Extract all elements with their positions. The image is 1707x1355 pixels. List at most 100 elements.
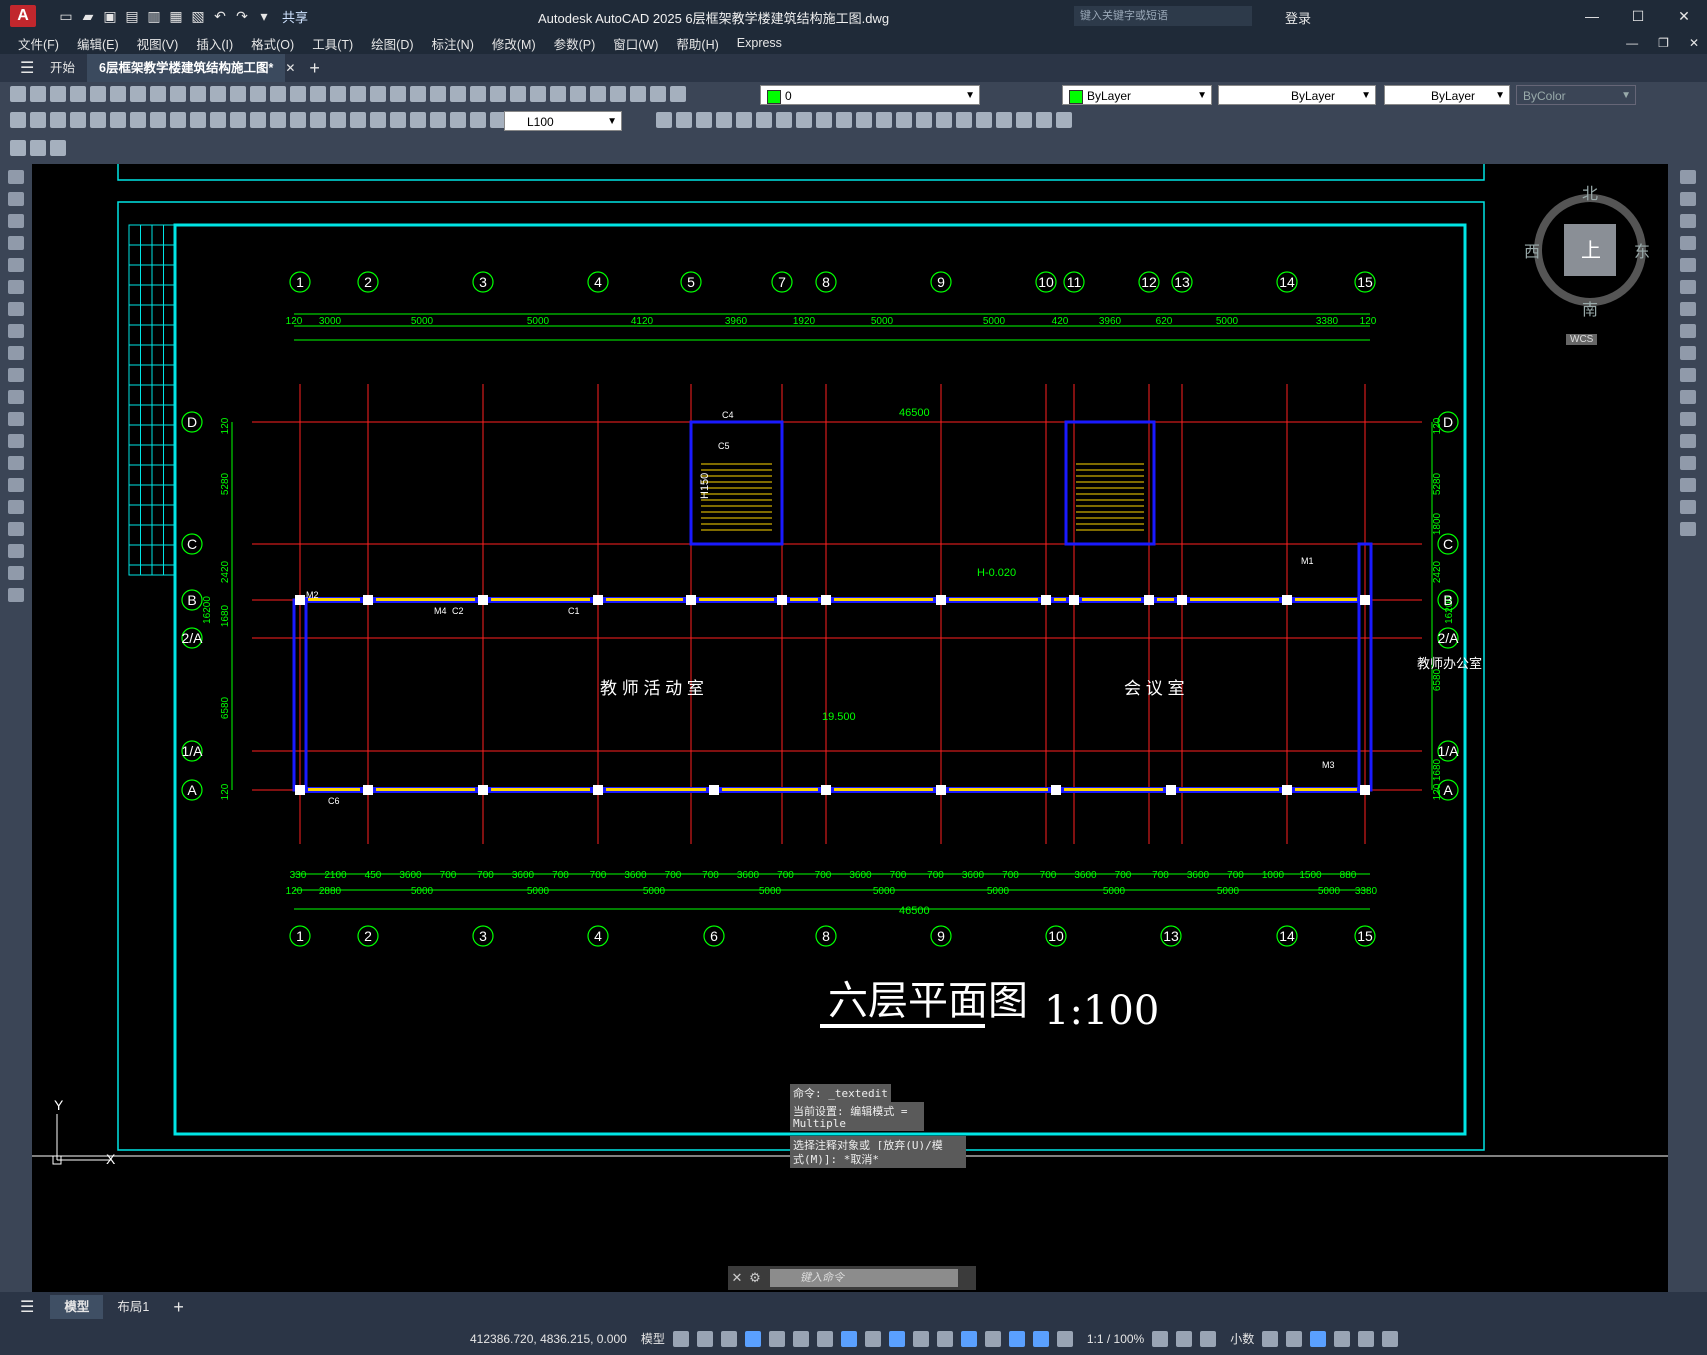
viewcube-west[interactable]: 西 bbox=[1524, 238, 1540, 262]
lineweight-icon[interactable] bbox=[864, 1330, 881, 1347]
dimension-toolbar: L100 ▼ bbox=[0, 108, 1707, 134]
file-tabs-menu-icon[interactable]: ☰ bbox=[20, 58, 38, 78]
app-menu-button[interactable]: A bbox=[10, 5, 36, 27]
polar-icon[interactable] bbox=[768, 1330, 785, 1347]
isodraft-icon[interactable] bbox=[792, 1330, 809, 1347]
command-line-close-icon[interactable]: ✕ bbox=[728, 1270, 746, 1286]
viewcube-north[interactable]: 北 bbox=[1582, 180, 1598, 204]
clean-screen-icon[interactable] bbox=[1358, 1330, 1375, 1347]
customize-qat-icon[interactable]: ▾ bbox=[256, 8, 272, 24]
login-button[interactable]: 登录 bbox=[1285, 8, 1311, 27]
color-dropdown[interactable]: ByLayer ▼ bbox=[1062, 85, 1212, 105]
quick-properties-icon[interactable] bbox=[1262, 1330, 1279, 1347]
viewcube[interactable]: 北 南 东 西 上 WCS bbox=[1524, 186, 1650, 345]
open-web-icon[interactable]: ▥ bbox=[146, 8, 162, 24]
grid-icon[interactable] bbox=[672, 1330, 689, 1347]
tab-layout1[interactable]: 布局1 bbox=[103, 1295, 163, 1319]
axis-bubble-bottom-label: 8 bbox=[822, 928, 830, 944]
wcs-menu[interactable]: WCS bbox=[1566, 334, 1598, 345]
tab-document[interactable]: 6层框架教学楼建筑结构施工图* bbox=[87, 54, 286, 82]
extra-toolbar-icons[interactable] bbox=[10, 140, 66, 156]
customize-icon[interactable] bbox=[1382, 1330, 1399, 1347]
isolate-objects-icon[interactable] bbox=[1310, 1330, 1327, 1347]
tab-start[interactable]: 开始 bbox=[38, 54, 87, 82]
doc-close-icon[interactable]: ✕ bbox=[1689, 32, 1699, 54]
menu-window[interactable]: 窗口(W) bbox=[613, 34, 658, 53]
modify-toolbar[interactable] bbox=[1668, 164, 1707, 1292]
axis-bubble-top-label: 15 bbox=[1357, 274, 1373, 290]
units-icon[interactable] bbox=[1200, 1330, 1217, 1347]
dimension-toolbar-icons[interactable] bbox=[10, 112, 526, 128]
undo-icon[interactable]: ↶ bbox=[212, 8, 228, 24]
workspace-gear-icon[interactable] bbox=[1152, 1330, 1169, 1347]
linetype-dropdown[interactable]: ByLayer ▼ bbox=[1218, 85, 1376, 105]
add-layout-icon[interactable]: + bbox=[173, 1297, 184, 1318]
drawing-canvas[interactable]: 120 3000 5000 5000 4120 3960 1920 5000 5000 420 39… bbox=[32, 164, 1668, 1292]
redo-icon[interactable]: ↷ bbox=[234, 8, 250, 24]
dimension-text-bottom: 5000 bbox=[987, 886, 1010, 897]
doc-minimize-icon[interactable]: — bbox=[1626, 32, 1638, 54]
plotstyle-dropdown[interactable]: ByColor ▼ bbox=[1516, 85, 1636, 105]
selection-filter-icon[interactable] bbox=[984, 1330, 1001, 1347]
modify-toolbar-icons[interactable] bbox=[656, 112, 1072, 128]
command-input[interactable]: 键入命令 bbox=[770, 1269, 958, 1287]
save-icon[interactable]: ▣ bbox=[102, 8, 118, 24]
layout-menu-icon[interactable]: ☰ bbox=[20, 1297, 34, 1317]
new-tab-icon[interactable]: + bbox=[309, 58, 320, 79]
snap-icon[interactable] bbox=[696, 1330, 713, 1347]
menu-view[interactable]: 视图(V) bbox=[137, 34, 179, 53]
doc-restore-icon[interactable]: ❐ bbox=[1658, 32, 1669, 54]
graphics-performance-icon[interactable] bbox=[1334, 1330, 1351, 1347]
standard-toolbar-icons[interactable] bbox=[10, 86, 686, 102]
selection-cycling-icon[interactable] bbox=[912, 1330, 929, 1347]
dimstyle-dropdown[interactable]: L100 ▼ bbox=[504, 111, 622, 131]
menu-dimension[interactable]: 标注(N) bbox=[432, 34, 474, 53]
annotation-visibility-icon[interactable] bbox=[1032, 1330, 1049, 1347]
close-icon[interactable]: ✕ bbox=[1661, 0, 1707, 32]
menu-parametric[interactable]: 参数(P) bbox=[554, 34, 596, 53]
command-line-customize-icon[interactable]: ⚙ bbox=[746, 1270, 764, 1286]
menu-draw[interactable]: 绘图(D) bbox=[371, 34, 413, 53]
ortho-icon[interactable] bbox=[744, 1330, 761, 1347]
new-icon[interactable]: ▭ bbox=[58, 8, 74, 24]
osnap-icon[interactable] bbox=[840, 1330, 857, 1347]
open-icon[interactable]: ▰ bbox=[80, 8, 96, 24]
draw-toolbar[interactable] bbox=[0, 164, 32, 1292]
menu-express[interactable]: Express bbox=[737, 36, 782, 50]
gizmo-icon[interactable] bbox=[1008, 1330, 1025, 1347]
menu-edit[interactable]: 编辑(E) bbox=[77, 34, 119, 53]
coordinates-readout[interactable]: 412386.720, 4836.215, 0.000 bbox=[470, 1332, 627, 1346]
units-value[interactable]: 小数 bbox=[1230, 1330, 1254, 1347]
minimize-icon[interactable]: — bbox=[1569, 0, 1615, 32]
annotation-scale[interactable]: 1:1 / 100% bbox=[1087, 1332, 1144, 1346]
menu-modify[interactable]: 修改(M) bbox=[492, 34, 536, 53]
save-as-icon[interactable]: ▤ bbox=[124, 8, 140, 24]
menu-file[interactable]: 文件(F) bbox=[18, 34, 59, 53]
menu-tools[interactable]: 工具(T) bbox=[312, 34, 353, 53]
lock-ui-icon[interactable] bbox=[1286, 1330, 1303, 1347]
osnap-tracking-icon[interactable] bbox=[816, 1330, 833, 1347]
viewcube-top[interactable]: 上 bbox=[1581, 234, 1601, 263]
dynamic-input-icon[interactable] bbox=[720, 1330, 737, 1347]
annotation-monitor-icon[interactable] bbox=[1176, 1330, 1193, 1347]
menu-help[interactable]: 帮助(H) bbox=[676, 34, 718, 53]
menu-insert[interactable]: 插入(I) bbox=[196, 34, 233, 53]
lineweight-dropdown[interactable]: ByLayer ▼ bbox=[1384, 85, 1510, 105]
maximize-icon[interactable]: ☐ bbox=[1615, 0, 1661, 32]
share-button[interactable]: 共享 bbox=[282, 7, 308, 26]
auto-scale-icon[interactable] bbox=[1056, 1330, 1073, 1347]
viewcube-east[interactable]: 东 bbox=[1634, 238, 1650, 262]
window-band bbox=[699, 598, 774, 601]
model-space-button[interactable]: 模型 bbox=[641, 1330, 665, 1347]
3d-osnap-icon[interactable] bbox=[936, 1330, 953, 1347]
viewcube-south[interactable]: 南 bbox=[1582, 296, 1598, 320]
layer-dropdown[interactable]: 0 ▼ bbox=[760, 85, 980, 105]
tab-model[interactable]: 模型 bbox=[50, 1295, 104, 1319]
dynamic-ucs-icon[interactable] bbox=[960, 1330, 977, 1347]
menu-format[interactable]: 格式(O) bbox=[251, 34, 294, 53]
save-web-icon[interactable]: ▦ bbox=[168, 8, 184, 24]
transparency-icon[interactable] bbox=[888, 1330, 905, 1347]
search-input[interactable]: 键入关键字或短语 bbox=[1074, 6, 1252, 26]
tab-close-icon[interactable]: ✕ bbox=[285, 61, 295, 75]
plot-icon[interactable]: ▧ bbox=[190, 8, 206, 24]
